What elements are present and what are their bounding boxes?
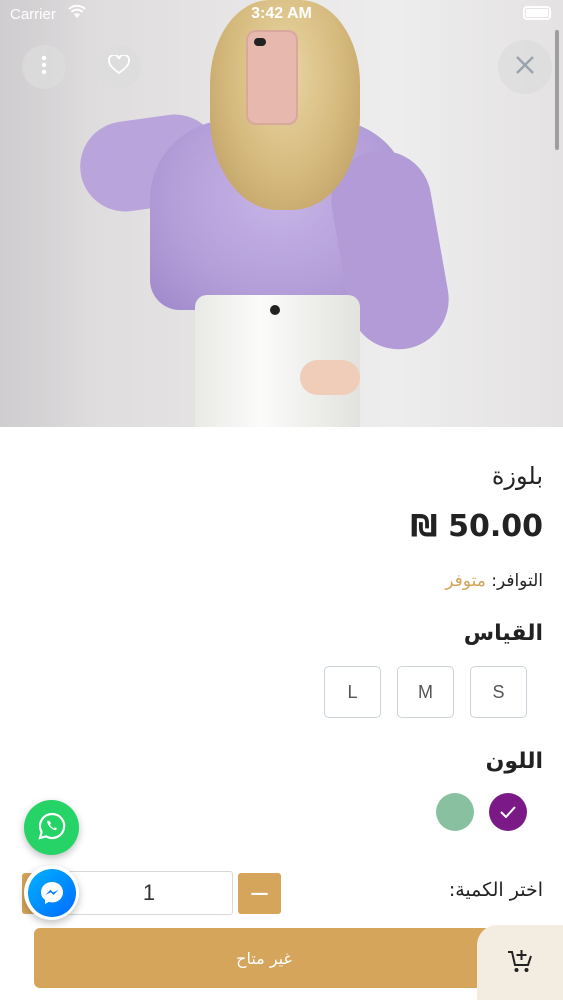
color-swatch-green[interactable] <box>436 793 474 831</box>
size-option-s[interactable]: S <box>470 666 527 718</box>
add-to-cart-label: غير متاح <box>236 948 292 968</box>
add-to-cart-icon <box>506 947 534 979</box>
whatsapp-icon <box>37 811 67 845</box>
close-button[interactable] <box>498 40 552 94</box>
size-option-m[interactable]: M <box>397 666 454 718</box>
image-button <box>270 305 280 315</box>
check-icon <box>500 802 516 823</box>
product-title: بلوزة <box>491 462 543 490</box>
availability: التوافر: متوفر <box>445 571 543 591</box>
close-icon <box>515 52 535 82</box>
product-details: بلوزة ₪ 50.00 التوافر: متوفر القياس S M … <box>0 427 563 1000</box>
product-price: ₪ 50.00 <box>410 509 543 544</box>
favorite-button[interactable] <box>97 45 141 89</box>
heart-icon <box>108 53 130 80</box>
more-options-button[interactable] <box>22 45 66 89</box>
more-vertical-icon <box>41 55 47 80</box>
messenger-icon <box>27 868 76 917</box>
minus-icon: − <box>248 878 271 909</box>
image-phone <box>246 30 298 125</box>
color-swatch-purple[interactable] <box>489 793 527 831</box>
quantity-decrease-button[interactable]: − <box>238 873 281 914</box>
size-option-l[interactable]: L <box>324 666 381 718</box>
status-time: 3:42 AM <box>251 5 312 22</box>
size-heading: القياس <box>463 621 543 646</box>
whatsapp-button[interactable] <box>24 800 79 855</box>
availability-value: متوفر <box>445 571 486 591</box>
availability-label: التوافر: <box>491 571 543 591</box>
image-hand <box>300 360 360 395</box>
messenger-button[interactable] <box>24 865 79 920</box>
quantity-input[interactable] <box>65 871 233 915</box>
color-heading: اللون <box>485 749 543 774</box>
size-options: S M L <box>324 666 527 718</box>
cart-icon-button[interactable] <box>477 925 563 1000</box>
quantity-label: اختر الكمية: <box>448 879 543 901</box>
add-to-cart-button[interactable]: غير متاح <box>34 928 494 988</box>
battery-icon <box>523 6 551 20</box>
product-image <box>0 0 563 427</box>
scrollbar[interactable] <box>555 30 559 150</box>
status-bar: Carrier 3:42 AM <box>0 0 563 30</box>
